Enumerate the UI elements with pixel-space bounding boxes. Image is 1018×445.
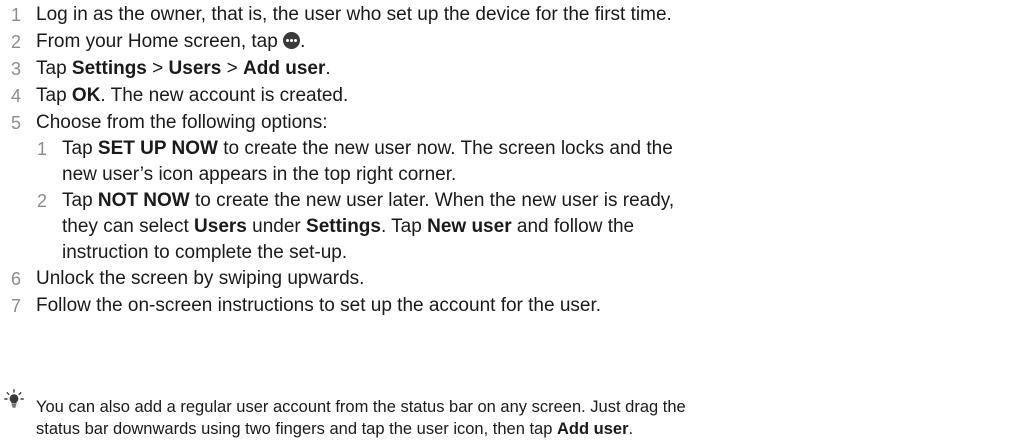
step-number: 2 — [11, 32, 22, 52]
step-text: Follow the on-screen instructions to set… — [36, 295, 602, 316]
step-text: Log in as the owner, that is, the user w… — [36, 4, 672, 25]
substep-number: 1 — [37, 139, 48, 159]
more-apps-icon — [283, 32, 301, 49]
add-user-label: Add user — [556, 420, 629, 438]
tip-line-2: status bar downwards using two fingers a… — [36, 420, 634, 438]
step-text: Tap Settings > Users > Add user. — [36, 58, 331, 79]
substep-text: Tap NOT NOW to create the new user later… — [62, 190, 675, 211]
step-text: From your Home screen, tap . — [36, 31, 306, 52]
step-number: 3 — [11, 59, 22, 79]
step-number: 7 — [11, 296, 22, 316]
substep-text: new user’s icon appears in the top right… — [62, 164, 457, 185]
tip-note: You can also add a regular user account … — [36, 396, 1006, 440]
step-number: 1 — [11, 5, 22, 25]
substep-text: Tap SET UP NOW to create the new user no… — [62, 138, 673, 159]
substep-text: they can select Users under Settings. Ta… — [62, 216, 635, 237]
step-text: Choose from the following options: — [36, 112, 328, 133]
step-text: Tap OK. The new account is created. — [36, 85, 349, 106]
step-number: 5 — [11, 113, 22, 133]
step-text: Unlock the screen by swiping upwards. — [36, 268, 365, 289]
step-number: 6 — [11, 269, 22, 289]
substep-number: 2 — [37, 191, 48, 211]
step-number: 4 — [11, 86, 22, 106]
lightbulb-tip-icon — [4, 389, 24, 408]
substep-text: instruction to complete the set-up. — [62, 242, 348, 263]
tip-line-1: You can also add a regular user account … — [36, 398, 686, 416]
